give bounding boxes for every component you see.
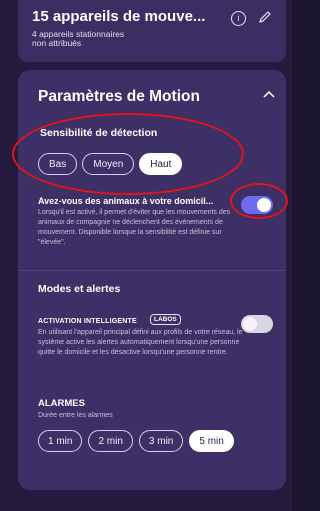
alarm-interval-options: 1 min 2 min 3 min 5 min [38,430,234,452]
chevron-up-icon[interactable] [263,90,275,98]
alarms-subtitle: Durée entre les alarmes [38,412,113,419]
device-summary-card[interactable]: 15 appareils de mouve... 4 appareils sta… [18,0,286,62]
device-subtitle-line2: non attribués [32,38,82,48]
pets-title: Avez-vous des animaux à votre domicil... [38,196,214,206]
divider [18,270,286,271]
device-count-title: 15 appareils de mouve... [32,8,206,25]
smart-activation-description: En utilisant l'appareil principal défini… [38,329,243,356]
annotation-circle-pets-toggle [230,183,288,219]
alarms-title: ALARMES [38,398,85,409]
alarm-option-1min[interactable]: 1 min [38,430,83,452]
modes-title: Modes et alertes [38,283,121,295]
pets-description: Lorsqu'il est activé, il permet d'éviter… [38,209,231,246]
toggle-knob [243,317,257,331]
alarm-option-5min[interactable]: 5 min [189,430,234,452]
device-subtitle: 4 appareils stationnaires non attribués [32,30,124,48]
labs-badge: LABOS [150,314,181,325]
alarm-option-2min[interactable]: 2 min [88,430,133,452]
smart-activation-title: ACTIVATION INTELLIGENTE [38,318,137,325]
info-icon[interactable]: i [231,11,246,26]
pencil-icon[interactable] [258,10,272,24]
app-screen: 15 appareils de mouve... 4 appareils sta… [0,0,292,511]
annotation-circle-sensitivity [12,113,244,195]
smart-activation-toggle[interactable] [241,315,273,333]
section-title: Paramètres de Motion [38,88,200,105]
alarm-option-3min[interactable]: 3 min [138,430,184,452]
